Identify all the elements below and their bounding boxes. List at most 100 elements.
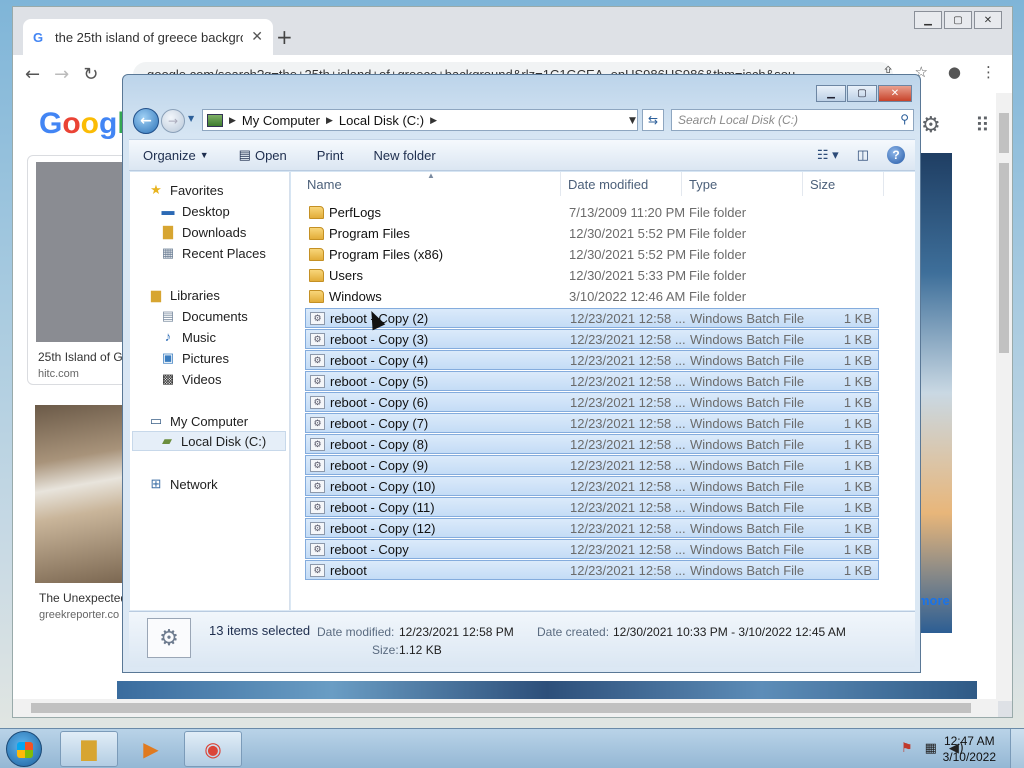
- tab-close-icon[interactable]: ✕: [251, 29, 263, 45]
- apps-grid-icon[interactable]: ⠿: [975, 113, 990, 137]
- nav-pictures[interactable]: ▣ Pictures: [160, 348, 229, 368]
- taskbar-explorer[interactable]: ▇: [60, 731, 118, 767]
- minimize-button[interactable]: ▁: [816, 85, 846, 102]
- result-image[interactable]: [918, 153, 952, 633]
- column-header-date[interactable]: Date modified: [562, 172, 682, 196]
- result-image[interactable]: [35, 405, 131, 583]
- folder-row[interactable]: Program Files (x86) 12/30/2021 5:52 PM Fil…: [305, 245, 879, 265]
- minimize-button[interactable]: ▁: [914, 11, 942, 29]
- history-dropdown-icon[interactable]: ▼: [188, 114, 194, 123]
- browser-tab[interactable]: G the 25th island of greece backgro ✕: [23, 19, 273, 55]
- breadcrumb[interactable]: ▶ My Computer ▶ Local Disk (C:) ▶: [202, 109, 638, 131]
- chevron-right-icon[interactable]: ▶: [430, 115, 437, 126]
- column-header-size[interactable]: Size: [804, 172, 884, 196]
- drive-icon: ▰: [162, 433, 172, 448]
- preview-pane-icon[interactable]: ◫: [857, 147, 869, 163]
- nav-recent-places[interactable]: ▦ Recent Places: [160, 243, 266, 263]
- start-button[interactable]: [6, 731, 42, 767]
- file-row[interactable]: ⚙ reboot - Copy (12) 12/23/2021 12:58 ... W…: [305, 518, 879, 538]
- close-button[interactable]: ✕: [878, 85, 912, 102]
- result-title[interactable]: The Unexpected: [39, 591, 127, 605]
- folder-row[interactable]: Windows 3/10/2022 12:46 AM File folder: [305, 287, 879, 307]
- nav-videos[interactable]: ▩ Videos: [160, 369, 222, 389]
- refresh-icon[interactable]: ⇆: [642, 109, 664, 131]
- close-button[interactable]: ✕: [974, 11, 1002, 29]
- nav-downloads[interactable]: ▇ Downloads: [160, 222, 246, 242]
- search-icon[interactable]: ⚲: [900, 112, 909, 126]
- print-button[interactable]: Print: [317, 148, 344, 163]
- nav-my-computer[interactable]: ▭ My Computer: [148, 411, 248, 431]
- search-input[interactable]: Search Local Disk (C:) ⚲: [671, 109, 914, 131]
- forward-arrow-icon[interactable]: →: [161, 109, 185, 133]
- horizontal-scrollbar[interactable]: [13, 699, 998, 717]
- folder-row[interactable]: PerfLogs 7/13/2009 11:20 PM File folder: [305, 203, 879, 223]
- nav-label: My Computer: [170, 413, 249, 429]
- help-icon[interactable]: ?: [887, 146, 905, 164]
- new-folder-button[interactable]: New folder: [374, 148, 436, 163]
- file-row[interactable]: ⚙ reboot - Copy (5) 12/23/2021 12:58 ... Wi…: [305, 371, 879, 391]
- reload-icon[interactable]: ↻: [83, 64, 98, 85]
- nav-documents[interactable]: ▤ Documents: [160, 306, 248, 326]
- column-header-name[interactable]: Name ▲: [291, 171, 561, 196]
- action-center-flag-icon[interactable]: ⚑: [901, 741, 913, 756]
- result-images-strip[interactable]: [117, 681, 977, 701]
- breadcrumb-local-disk[interactable]: Local Disk (C:): [339, 113, 424, 128]
- folder-icon: [309, 269, 324, 282]
- back-arrow-icon[interactable]: ←: [133, 108, 159, 134]
- file-row[interactable]: ⚙ reboot - Copy (3) 12/23/2021 12:58 ... Wi…: [305, 329, 879, 349]
- profile-icon[interactable]: ●: [948, 63, 961, 81]
- folder-row[interactable]: Users 12/30/2021 5:33 PM File folder: [305, 266, 879, 286]
- more-link[interactable]: more: [918, 593, 950, 608]
- scroll-thumb[interactable]: [999, 113, 1009, 153]
- scroll-thumb[interactable]: [999, 163, 1009, 353]
- file-row[interactable]: ⚙ reboot - Copy (8) 12/23/2021 12:58 ... Wi…: [305, 434, 879, 454]
- nav-libraries[interactable]: ▆ Libraries: [148, 285, 220, 305]
- vertical-scrollbar[interactable]: [996, 93, 1012, 701]
- file-name: reboot - Copy (5): [330, 374, 429, 389]
- taskbar-chrome[interactable]: ◉: [184, 731, 242, 767]
- file-row[interactable]: ⚙ reboot - Copy (9) 12/23/2021 12:58 ... Wi…: [305, 455, 879, 475]
- file-row[interactable]: ⚙ reboot 12/23/2021 12:58 ... Windows Batch…: [305, 560, 879, 580]
- show-desktop-button[interactable]: [1010, 729, 1024, 768]
- chevron-right-icon[interactable]: ▶: [326, 115, 333, 126]
- nav-music[interactable]: ♪ Music: [160, 327, 216, 347]
- file-row[interactable]: ⚙ reboot - Copy (10) 12/23/2021 12:58 ... W…: [305, 476, 879, 496]
- maximize-button[interactable]: ▢: [944, 11, 972, 29]
- scroll-thumb[interactable]: [31, 703, 971, 713]
- taskbar-media-player[interactable]: ▶: [122, 731, 180, 767]
- breadcrumb-my-computer[interactable]: My Computer: [242, 113, 320, 128]
- forward-arrow-icon[interactable]: →: [54, 64, 69, 85]
- chevron-down-icon[interactable]: ▼: [629, 116, 636, 126]
- nav-local-disk[interactable]: ▰ Local Disk (C:): [132, 431, 286, 451]
- file-name: reboot - Copy (12): [330, 521, 436, 536]
- result-image[interactable]: [36, 162, 132, 342]
- image-result-card[interactable]: 25th Island of G hitc.com: [27, 155, 137, 385]
- menu-kebab-icon[interactable]: ⋮: [981, 63, 996, 81]
- settings-gear-icon[interactable]: ⚙: [921, 113, 941, 138]
- file-row[interactable]: ⚙ reboot - Copy (6) 12/23/2021 12:58 ... Wi…: [305, 392, 879, 412]
- new-tab-button[interactable]: +: [276, 25, 293, 49]
- file-row[interactable]: ⚙ reboot - Copy (4) 12/23/2021 12:58 ... Wi…: [305, 350, 879, 370]
- result-title[interactable]: 25th Island of G: [38, 350, 123, 364]
- file-row[interactable]: ⚙ reboot - Copy (11) 12/23/2021 12:58 ... W…: [305, 497, 879, 517]
- column-header-type[interactable]: Type: [683, 172, 803, 196]
- nav-network[interactable]: ⊞ Network: [148, 474, 218, 494]
- chevron-right-icon[interactable]: ▶: [229, 115, 236, 126]
- nav-favorites[interactable]: ★ Favorites: [148, 180, 223, 200]
- desktop-icon: ▬: [161, 203, 175, 218]
- folder-row[interactable]: Program Files 12/30/2021 5:52 PM File fold…: [305, 224, 879, 244]
- back-arrow-icon[interactable]: ←: [25, 64, 40, 85]
- network-tray-icon[interactable]: ▦: [925, 741, 937, 756]
- open-button[interactable]: ▤ Open: [239, 147, 287, 163]
- music-icon: ♪: [164, 329, 172, 344]
- maximize-button[interactable]: ▢: [847, 85, 877, 102]
- view-options-icon[interactable]: ☷ ▾: [817, 147, 839, 163]
- file-row[interactable]: ⚙ reboot - Copy (2) 12/23/2021 12:58 ... Wi…: [305, 308, 879, 328]
- file-row[interactable]: ⚙ reboot - Copy (7) 12/23/2021 12:58 ... Wi…: [305, 413, 879, 433]
- organize-button[interactable]: Organize ▼: [143, 148, 209, 163]
- nav-desktop[interactable]: ▬ Desktop: [160, 201, 230, 221]
- file-size: 1 KB: [843, 521, 872, 536]
- file-size: 1 KB: [843, 458, 872, 473]
- clock[interactable]: 12:47 AM 3/10/2022: [943, 733, 996, 765]
- file-row[interactable]: ⚙ reboot - Copy 12/23/2021 12:58 ... Window…: [305, 539, 879, 559]
